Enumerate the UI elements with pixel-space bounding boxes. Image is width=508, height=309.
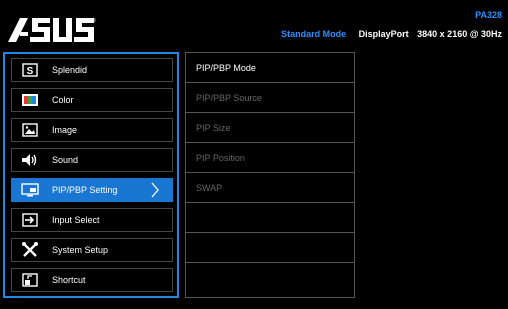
sound-icon — [18, 149, 42, 171]
input-select-icon — [18, 209, 42, 231]
pip-pbp-icon — [18, 179, 42, 201]
menu-item-label: Image — [52, 125, 78, 135]
input-port: DisplayPort — [358, 29, 409, 39]
menu-item-shortcut[interactable]: Shortcut — [11, 268, 173, 292]
menu-item-input-select[interactable]: Input Select — [11, 208, 173, 232]
menu-item-label: System Setup — [52, 245, 109, 255]
status-bar: Standard Mode DisplayPort 3840 x 2160 @ … — [281, 29, 502, 39]
submenu-item-pip-position: PIP Position — [186, 143, 354, 173]
menu-item-label: Splendid — [52, 65, 88, 75]
image-icon — [18, 119, 42, 141]
menu-item-system-setup[interactable]: System Setup — [11, 238, 173, 262]
submenu-item-swap: SWAP — [186, 173, 354, 203]
submenu-item-empty — [186, 233, 354, 263]
menu-item-label: Input Select — [52, 215, 100, 225]
menu-item-label: PIP/PBP Setting — [52, 185, 118, 195]
pip-pbp-submenu: PIP/PBP Mode PIP/PBP Source PIP Size PIP… — [185, 52, 355, 298]
menu-item-label: Shortcut — [52, 275, 86, 285]
submenu-item-pip-size: PIP Size — [186, 113, 354, 143]
svg-text:S: S — [27, 66, 34, 77]
splendid-icon: S — [18, 59, 42, 81]
submenu-item-empty — [186, 203, 354, 233]
menu-item-label: Sound — [52, 155, 79, 165]
system-setup-icon — [18, 239, 42, 261]
menu-item-image[interactable]: Image — [11, 118, 173, 142]
shortcut-icon — [18, 269, 42, 291]
chevron-right-icon — [150, 182, 160, 203]
menu-item-pip-pbp-setting[interactable]: PIP/PBP Setting — [11, 178, 173, 202]
menu-item-label: Color — [52, 95, 74, 105]
menu-item-sound[interactable]: Sound — [11, 148, 173, 172]
svg-text:®: ® — [92, 17, 96, 24]
resolution: 3840 x 2160 @ 30Hz — [417, 29, 502, 39]
model-name: PA328 — [475, 10, 502, 20]
display-mode: Standard Mode — [281, 29, 347, 39]
color-icon — [18, 89, 42, 111]
asus-logo: ® — [8, 17, 96, 42]
submenu-item-pip-pbp-mode[interactable]: PIP/PBP Mode — [186, 53, 354, 83]
submenu-item-pip-pbp-source: PIP/PBP Source — [186, 83, 354, 113]
menu-item-color[interactable]: Color — [11, 88, 173, 112]
submenu-item-empty — [186, 263, 354, 293]
menu-item-splendid[interactable]: S Splendid — [11, 58, 173, 82]
main-menu: S Splendid Color Image Sound PIP/PBP Set… — [3, 52, 179, 298]
